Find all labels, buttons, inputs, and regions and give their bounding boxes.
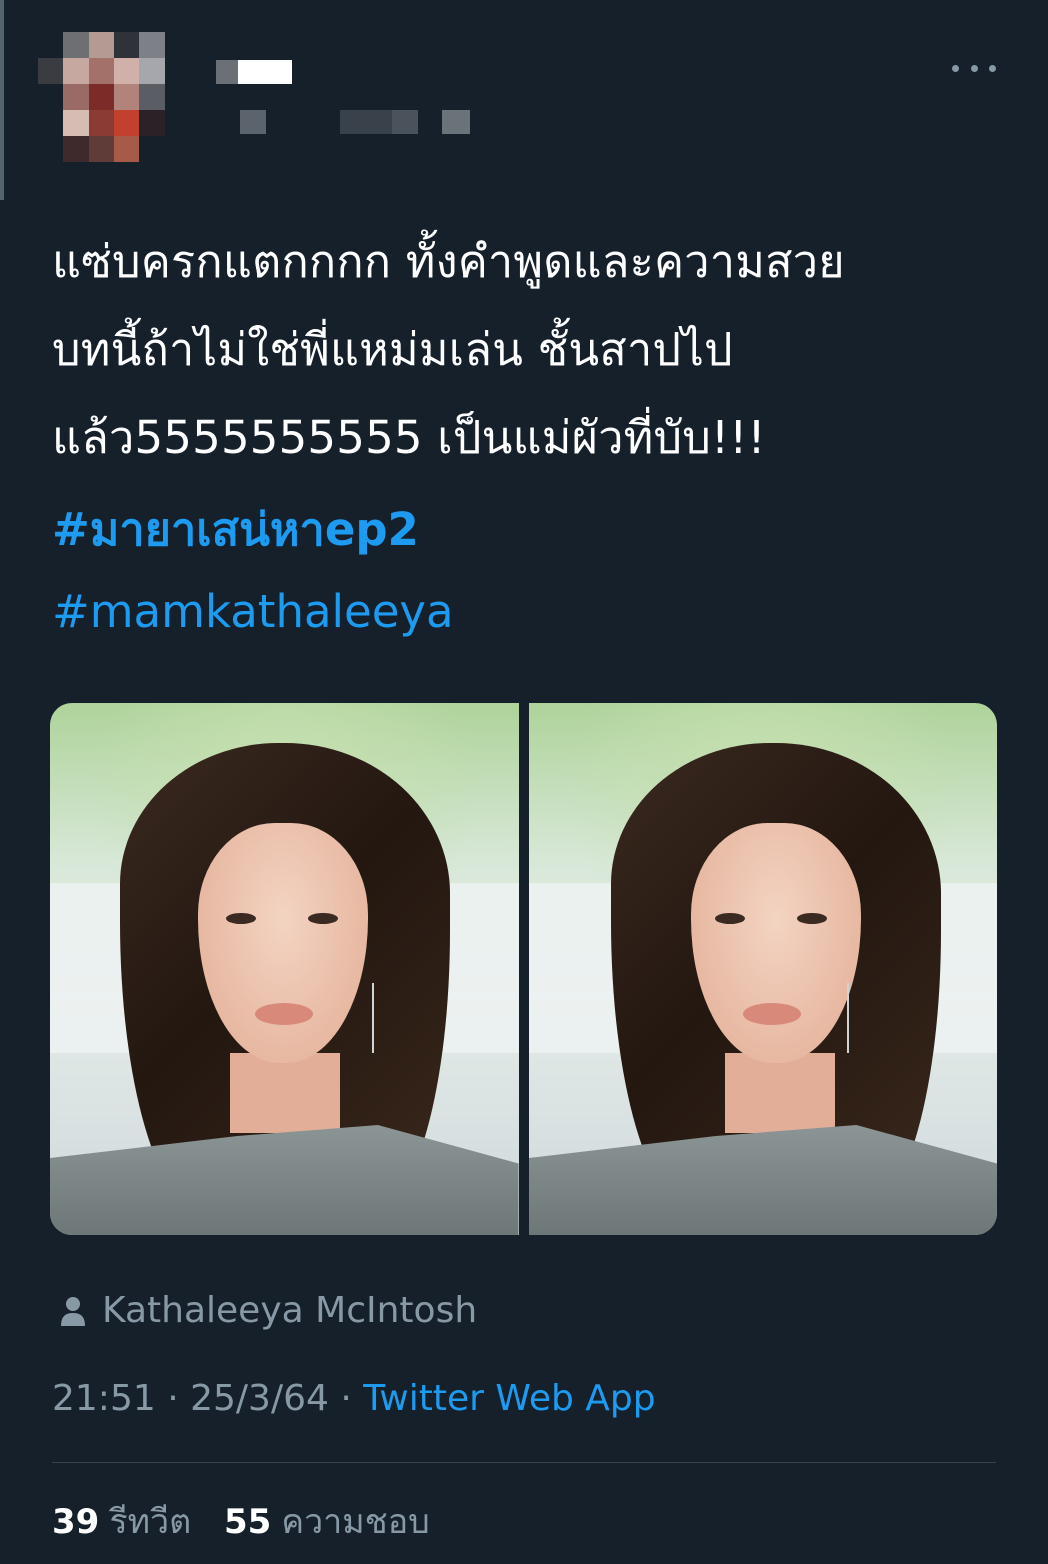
tweet-time[interactable]: 21:51 (52, 1378, 156, 1419)
hashtag-link[interactable]: #มายาเสน่หาep2 (52, 500, 419, 560)
media-grid (50, 703, 997, 1235)
tweet-text-line: บทนี้ถ้าไม่ใช่พี่แหม่มเล่น ชั้นสาปไป (52, 323, 733, 376)
tagged-person-name: Kathaleeya McIntosh (102, 1290, 478, 1331)
meta-separator: · (167, 1378, 179, 1419)
avatar[interactable] (38, 32, 190, 162)
likes-label: ความชอบ (281, 1502, 430, 1542)
meta-separator: · (340, 1378, 352, 1419)
tweet-source-link[interactable]: Twitter Web App (363, 1378, 655, 1419)
divider (52, 1462, 996, 1463)
person-icon (61, 1296, 85, 1326)
tweet-stats: 39 รีทวีต 55 ความชอบ (52, 1494, 452, 1548)
tagged-person[interactable]: Kathaleeya McIntosh (60, 1290, 477, 1331)
retweets-stat[interactable]: 39 รีทวีต (52, 1502, 224, 1542)
hashtag-link[interactable]: #mamkathaleeya (52, 582, 454, 642)
likes-stat[interactable]: 55 ความชอบ (224, 1502, 452, 1542)
tweet-text-line: แล้ว5555555555 เป็นแม่ผัวที่บับ!!! (52, 411, 766, 464)
tweet-date[interactable]: 25/3/64 (190, 1378, 329, 1419)
retweets-label: รีทวีต (109, 1502, 192, 1542)
tweet-text: แซ่บครกแตกกกก ทั้งคำพูดและความสวย บทนี้ถ… (52, 218, 1012, 482)
author-name-redacted[interactable] (216, 60, 292, 84)
scroll-indicator (0, 0, 10, 200)
tweet-photo[interactable] (528, 703, 997, 1235)
author-handle-redacted[interactable] (240, 110, 470, 134)
tweet-text-line: แซ่บครกแตกกกก ทั้งคำพูดและความสวย (52, 235, 845, 288)
tweet-meta: 21:51 · 25/3/64 · Twitter Web App (52, 1378, 656, 1419)
retweets-count: 39 (52, 1502, 100, 1542)
more-horizontal-icon[interactable] (952, 54, 996, 82)
tweet-photo[interactable] (50, 703, 519, 1235)
likes-count: 55 (224, 1502, 272, 1542)
